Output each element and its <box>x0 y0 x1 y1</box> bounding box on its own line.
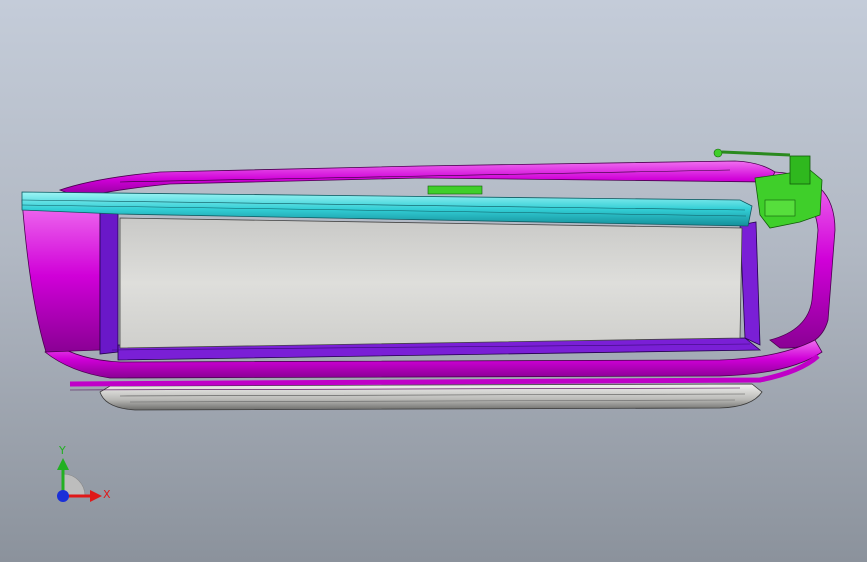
orientation-triad: Y X <box>57 444 111 502</box>
z-axis <box>57 490 69 502</box>
x-axis-arrowhead <box>90 490 102 502</box>
x-axis-label: X <box>103 488 111 501</box>
y-axis-arrowhead <box>57 458 69 470</box>
panel-part[interactable] <box>119 217 743 349</box>
cad-viewport[interactable]: Y X <box>0 0 867 562</box>
runner-part[interactable] <box>99 383 763 411</box>
y-axis-label: Y <box>58 444 66 457</box>
